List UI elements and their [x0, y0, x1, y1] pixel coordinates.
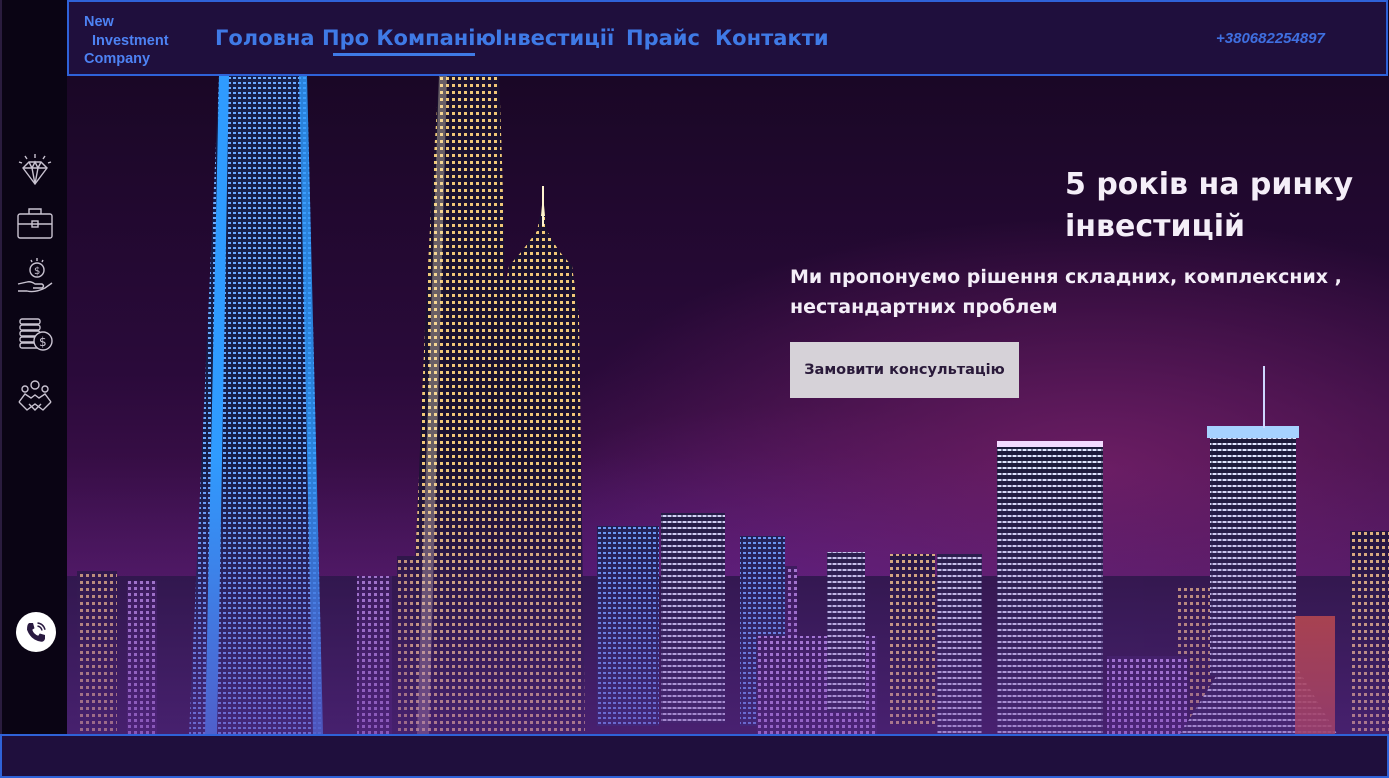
briefcase-icon[interactable]	[13, 201, 57, 245]
svg-text:$: $	[34, 266, 40, 277]
nav-active-underline	[333, 53, 475, 56]
nav-link-about[interactable]: Про Компанію	[322, 26, 496, 50]
diamond-icon[interactable]	[13, 150, 57, 194]
hero-subtitle: Ми пропонуємо рішення складних, комплекс…	[790, 266, 1342, 318]
brand-line-2: Investment	[92, 32, 169, 49]
nav-link-price[interactable]: Прайс	[626, 26, 700, 50]
order-consultation-button[interactable]: Замовити консультацію	[790, 342, 1019, 398]
phone-call-button[interactable]	[16, 612, 56, 652]
money-hand-icon[interactable]: $	[13, 254, 57, 298]
coin-stack-icon[interactable]: $	[13, 313, 57, 357]
nav-link-home[interactable]: Головна	[215, 26, 315, 50]
nav-link-contacts[interactable]: Контакти	[715, 26, 829, 50]
brand-logo[interactable]: New Investment Company	[84, 13, 169, 69]
brand-line-3: Company	[84, 51, 151, 67]
handshake-people-icon[interactable]	[13, 374, 57, 418]
top-navbar: New Investment Company Головна Про Компа…	[67, 0, 1388, 76]
nav-phone-number[interactable]: +380682254897	[1216, 30, 1325, 47]
hero-section: 5 років на ринку інвестицій Ми пропонуєм…	[67, 76, 1389, 734]
sidebar: $ $	[0, 0, 67, 734]
phone-call-icon	[27, 622, 46, 642]
svg-text:$: $	[39, 335, 47, 349]
nav-link-investments[interactable]: Інвестиції	[495, 26, 614, 50]
hero-title: 5 років на ринку інвестицій	[1065, 167, 1354, 244]
brand-line-1: New	[84, 14, 114, 30]
bottom-bar	[0, 734, 1389, 778]
